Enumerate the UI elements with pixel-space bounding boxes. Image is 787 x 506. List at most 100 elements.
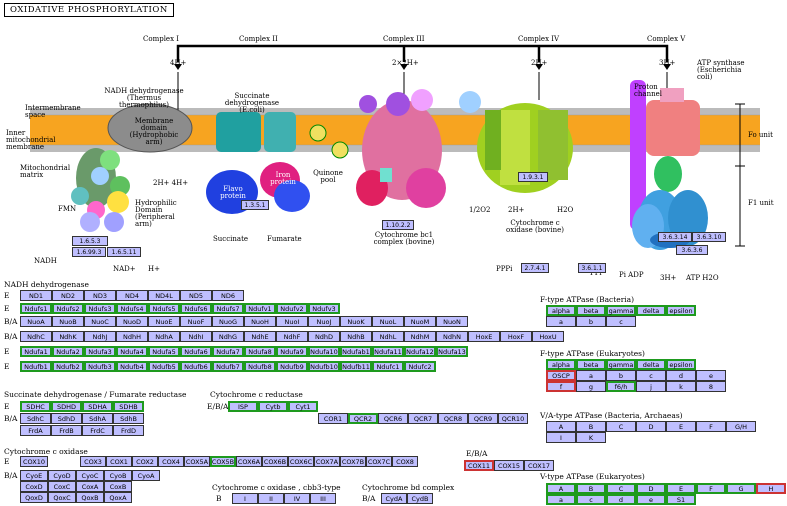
gene-box[interactable]: NdhN [436,331,468,342]
gene-box[interactable]: SDHC [20,401,51,412]
gene-box[interactable]: SdhA [82,413,113,424]
ec-1.6.5.11[interactable]: 1.6.5.11 [107,247,141,257]
gene-box[interactable]: K [576,432,606,443]
gene-box[interactable]: Ndufv1 [244,303,276,314]
gene-box[interactable]: Ndufa2 [52,346,84,357]
gene-box[interactable]: g [576,381,606,392]
gene-box[interactable]: SDHA [82,401,113,412]
gene-box[interactable]: FrdC [82,425,113,436]
gene-box[interactable]: QCR6 [378,413,408,424]
gene-box[interactable]: NuoL [372,316,404,327]
gene-box[interactable]: NdhD [308,331,340,342]
gene-box[interactable]: CoxC [48,481,76,492]
ec-3.6.3.10[interactable]: 3.6.3.10 [692,232,726,242]
gene-box[interactable]: NuoF [180,316,212,327]
gene-box[interactable]: COX3 [80,456,106,467]
gene-box[interactable]: Ndufa1 [20,346,52,357]
gene-box[interactable]: CyoB [104,470,132,481]
ec-1.10.2.2[interactable]: 1.10.2.2 [382,220,414,230]
gene-box[interactable]: Ndufa10 [308,346,340,357]
gene-box[interactable]: A [546,483,576,494]
gene-box[interactable]: c [576,494,606,505]
ec-3.6.3.6[interactable]: 3.6.3.6 [676,245,708,255]
gene-box[interactable]: Ndufs2 [52,303,84,314]
gene-box[interactable]: CyoA [132,470,160,481]
gene-box[interactable]: NdhK [52,331,84,342]
gene-box[interactable]: CyoE [20,470,48,481]
gene-box[interactable]: G/H [726,421,756,432]
gene-box[interactable]: NuoJ [308,316,340,327]
gene-box[interactable]: NdhI [180,331,212,342]
gene-box[interactable]: beta [576,305,606,316]
gene-box[interactable]: II [258,493,284,504]
gene-box[interactable]: Ndufc1 [372,361,404,372]
gene-box[interactable]: Ndufb8 [244,361,276,372]
gene-box[interactable]: SdhB [113,413,144,424]
gene-box[interactable]: NuoG [212,316,244,327]
gene-box[interactable]: FrdA [20,425,51,436]
gene-box[interactable]: NuoI [276,316,308,327]
gene-box[interactable]: QCR2 [348,413,378,424]
gene-box[interactable]: Ndufv2 [276,303,308,314]
gene-box[interactable]: HoxU [532,331,564,342]
gene-box[interactable]: gamma [606,305,636,316]
gene-box[interactable]: Ndufs1 [20,303,52,314]
gene-box[interactable]: a [546,494,576,505]
gene-box[interactable]: SdhC [20,413,51,424]
gene-box[interactable]: a [576,370,606,381]
gene-box[interactable]: NuoK [340,316,372,327]
gene-box[interactable]: HoxE [468,331,500,342]
gene-box[interactable]: NdhE [244,331,276,342]
gene-box[interactable]: NdhH [116,331,148,342]
gene-box[interactable]: Ndufab1 [340,346,372,357]
gene-box[interactable]: COX6C [288,456,314,467]
gene-box[interactable]: ND5 [180,290,212,301]
gene-box[interactable]: COX4 [158,456,184,467]
gene-box[interactable]: Ndufb4 [116,361,148,372]
gene-box[interactable]: NuoH [244,316,276,327]
gene-box[interactable]: B [576,483,606,494]
gene-box[interactable]: Ndufb3 [84,361,116,372]
gene-box[interactable]: Ndufa13 [436,346,468,357]
gene-box[interactable]: III [310,493,336,504]
gene-box[interactable]: NdhG [212,331,244,342]
gene-box[interactable]: f6/h [606,381,636,392]
gene-box[interactable]: QCR8 [438,413,468,424]
ec-1.6.5.3[interactable]: 1.6.5.3 [72,236,108,246]
gene-box[interactable]: ND1 [20,290,52,301]
gene-box[interactable]: E [666,421,696,432]
gene-box[interactable]: NuoE [148,316,180,327]
gene-box[interactable]: NdhA [148,331,180,342]
gene-box[interactable]: COX10 [20,456,48,467]
gene-box[interactable]: SDHD [51,401,82,412]
gene-box[interactable]: CoxB [104,481,132,492]
gene-box[interactable]: FrdB [51,425,82,436]
ec-3.6.1.1[interactable]: 3.6.1.1 [578,263,606,273]
gene-box[interactable]: COR1 [318,413,348,424]
gene-box[interactable]: SDHB [113,401,144,412]
gene-box[interactable]: b [606,370,636,381]
gene-box[interactable]: QoxB [76,492,104,503]
gene-box[interactable]: Ndufb1 [20,361,52,372]
gene-box[interactable]: c [606,316,636,327]
gene-box[interactable]: F [696,483,726,494]
gene-box[interactable]: QCR10 [498,413,528,424]
gene-box[interactable]: QCR7 [408,413,438,424]
gene-box[interactable]: SdhD [51,413,82,424]
gene-box[interactable]: COX7A [314,456,340,467]
ec-1.3.5.1[interactable]: 1.3.5.1 [241,200,269,210]
gene-box[interactable]: NdhB [340,331,372,342]
gene-box[interactable]: epsilon [666,359,696,370]
gene-box[interactable]: CyoD [48,470,76,481]
ec-2.7.4.1[interactable]: 2.7.4.1 [521,263,549,273]
gene-box[interactable]: Ndufb11 [340,361,372,372]
gene-box[interactable]: QCR9 [468,413,498,424]
gene-box[interactable]: B [576,421,606,432]
gene-box[interactable]: E [666,483,696,494]
gene-box[interactable]: ND4L [148,290,180,301]
gene-box[interactable]: I [232,493,258,504]
gene-box[interactable]: FrdD [113,425,144,436]
gene-box[interactable]: ND6 [212,290,244,301]
gene-box[interactable]: HoxF [500,331,532,342]
gene-box[interactable]: NuoD [116,316,148,327]
